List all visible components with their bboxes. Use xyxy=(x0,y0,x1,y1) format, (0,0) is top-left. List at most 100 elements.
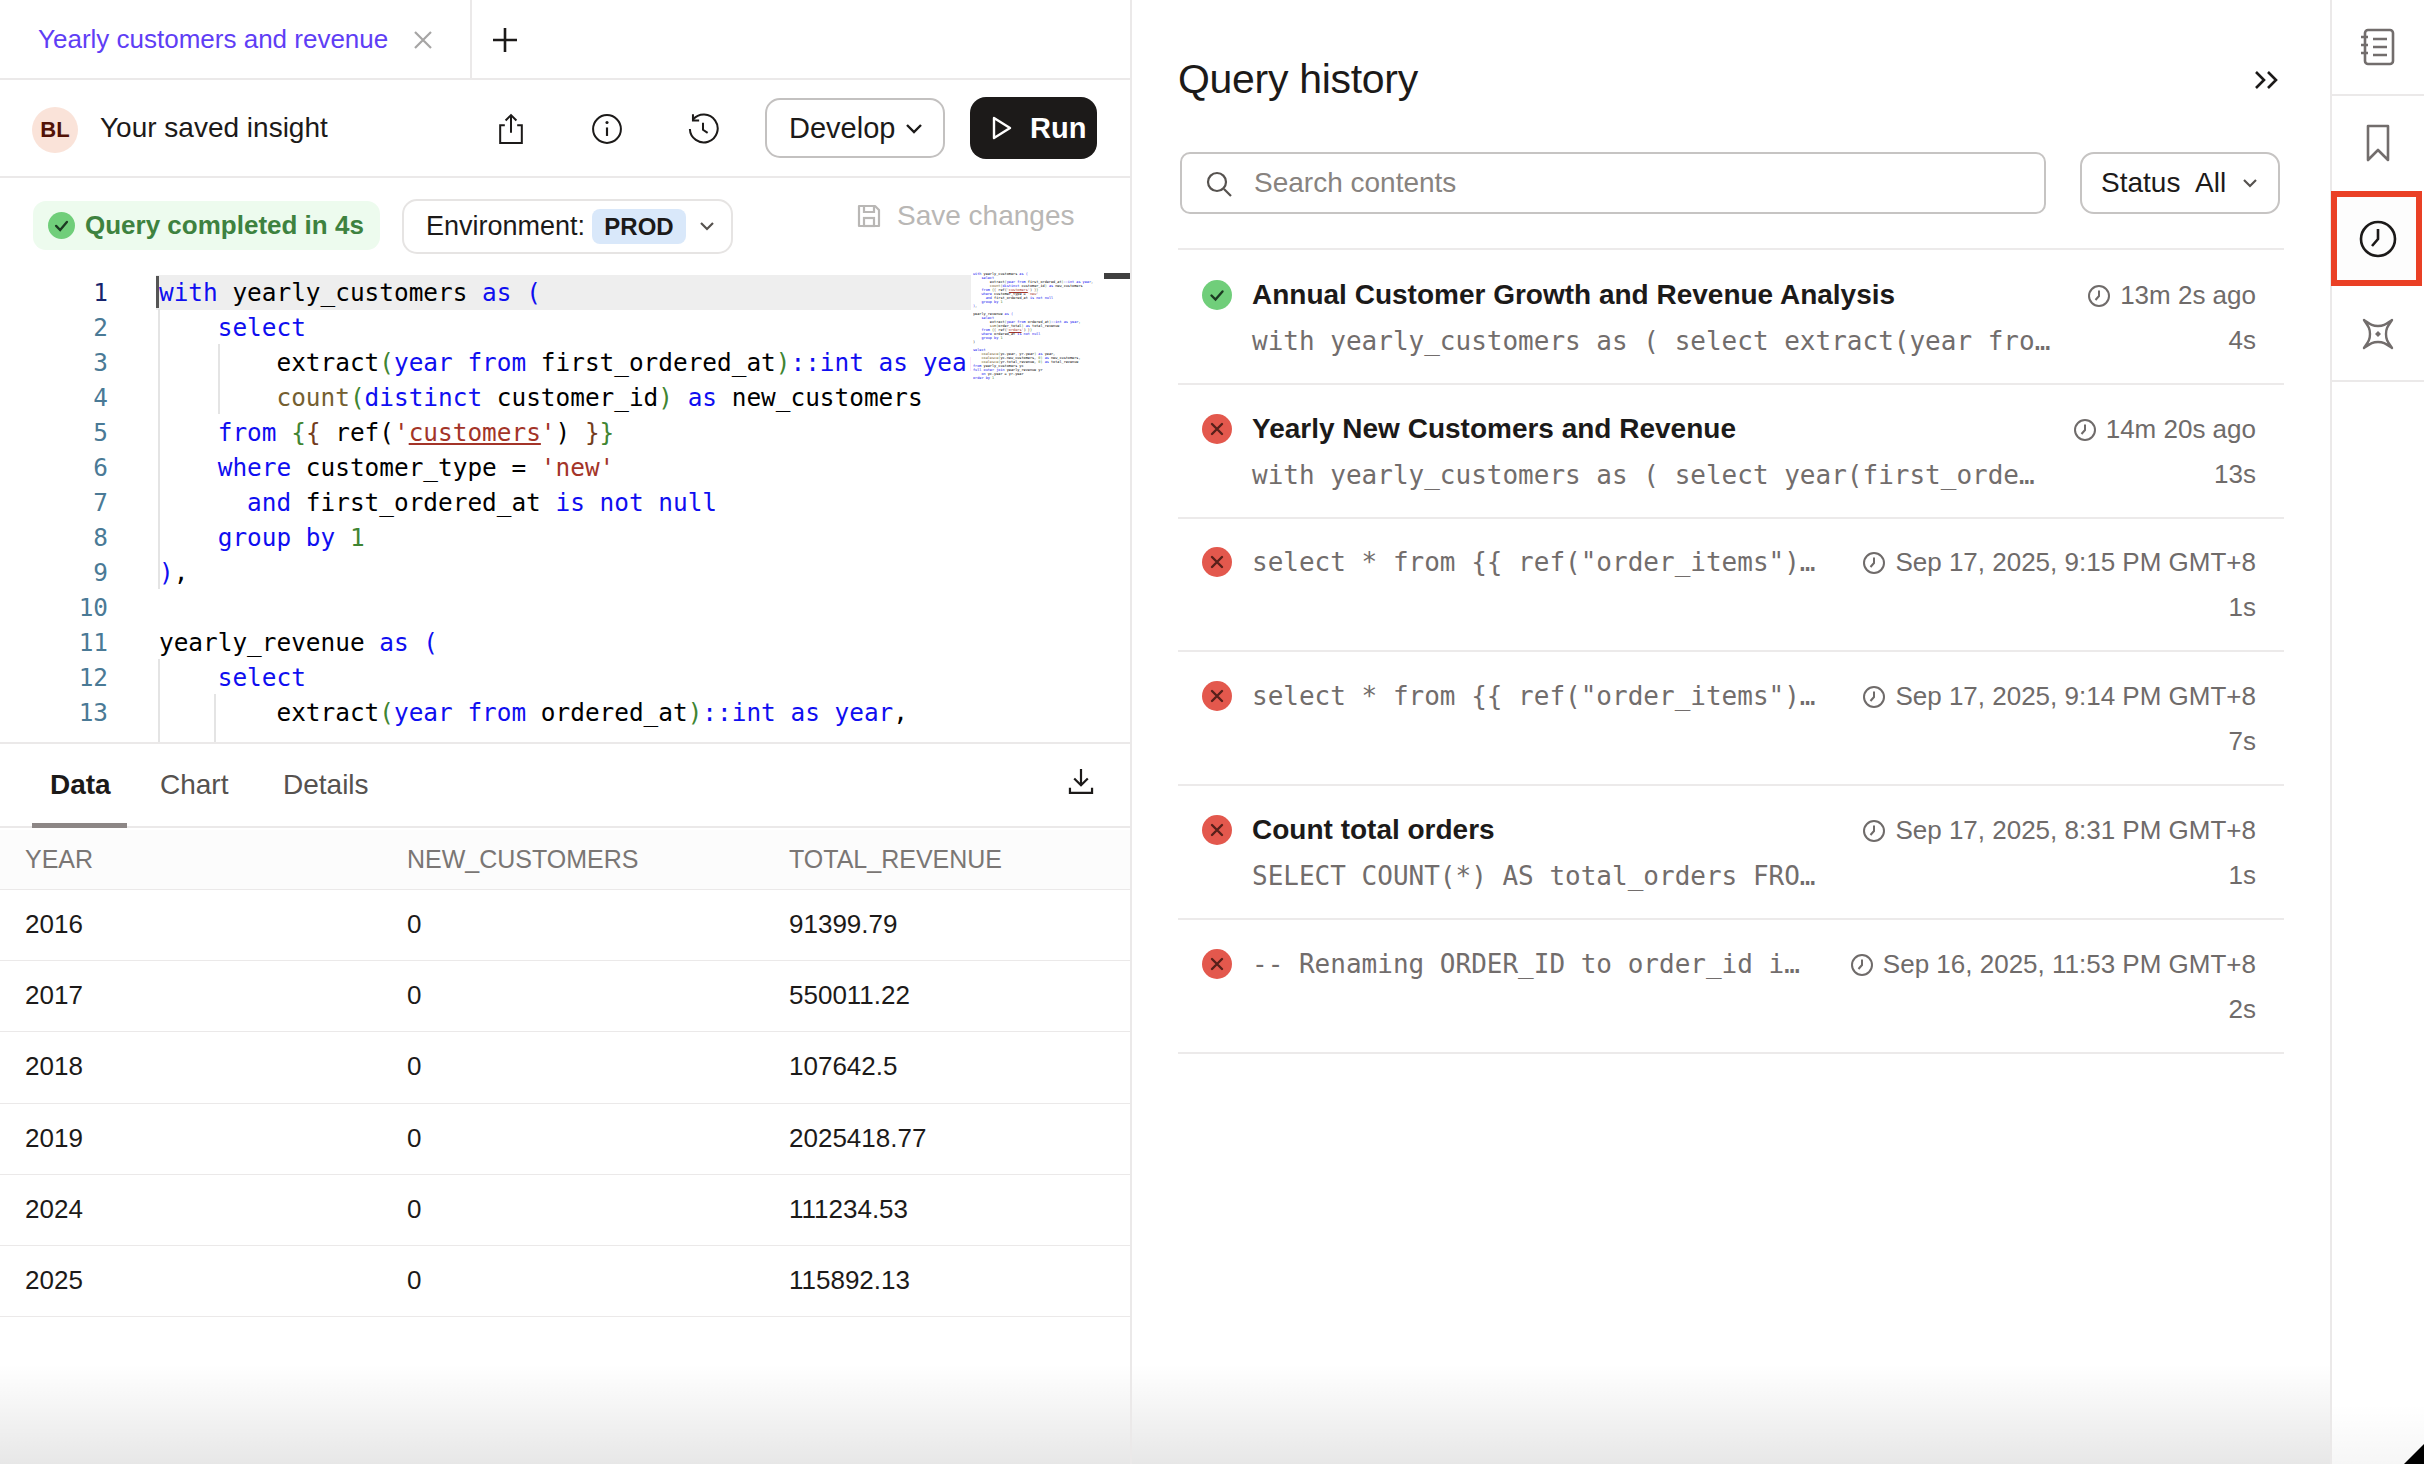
status-icon xyxy=(1202,280,1232,310)
success-icon xyxy=(1208,286,1226,304)
status-icon xyxy=(1202,681,1232,711)
play-icon xyxy=(990,115,1014,141)
history-item[interactable]: Count total ordersSep 17, 2025, 8:31 PM … xyxy=(1132,785,2330,920)
query-history-panel: Query history Search contents Status All… xyxy=(1132,0,2330,1464)
line-number: 7 xyxy=(0,485,108,520)
table-row[interactable]: 20180107642.5 xyxy=(0,1032,1130,1103)
collapse-panel-icon[interactable] xyxy=(2250,62,2286,98)
code-line: yearly_revenue as ( xyxy=(159,625,971,660)
line-number: 1 xyxy=(0,275,108,310)
info-icon[interactable] xyxy=(590,112,624,146)
table-cell: 91399.79 xyxy=(764,890,1130,960)
query-history-title: Query history xyxy=(1178,56,1418,103)
clock-icon xyxy=(1862,819,1886,843)
bookmark-icon[interactable] xyxy=(2356,121,2400,165)
avatar[interactable]: BL xyxy=(32,107,78,153)
table-cell: 2017 xyxy=(0,961,382,1031)
table-cell: 115892.13 xyxy=(764,1246,1130,1316)
table-cell: 111234.53 xyxy=(764,1175,1130,1245)
table-row[interactable]: 20170550011.22 xyxy=(0,961,1130,1032)
table-cell: 0 xyxy=(382,1246,764,1316)
saved-insight-label: Your saved insight xyxy=(100,80,328,176)
history-item[interactable]: Yearly New Customers and Revenue14m 20s … xyxy=(1132,384,2330,519)
share-icon[interactable] xyxy=(494,112,528,146)
sql-editor[interactable]: 12345678910111213 with yearly_customers … xyxy=(0,254,1130,742)
column-header[interactable]: YEAR xyxy=(0,830,382,889)
minimap-thumb[interactable] xyxy=(1104,273,1130,279)
table-row[interactable]: 20240111234.53 xyxy=(0,1175,1130,1246)
status-icon xyxy=(1202,414,1232,444)
save-icon xyxy=(855,202,883,230)
history-item[interactable]: Annual Customer Growth and Revenue Analy… xyxy=(1132,250,2330,385)
status-icon xyxy=(1202,949,1232,979)
history-item-preview: SELECT COUNT(*) AS total_orders FRO… xyxy=(1252,861,1816,891)
table-body: 2016091399.7920170550011.2220180107642.5… xyxy=(0,890,1130,1317)
run-label: Run xyxy=(1030,97,1086,159)
tab-chart[interactable]: Chart xyxy=(160,744,228,826)
table-cell: 2016 xyxy=(0,890,382,960)
chevron-down-icon xyxy=(2240,173,2260,193)
results-tab-bar: Data Chart Details xyxy=(0,744,1130,828)
develop-button[interactable]: Develop xyxy=(765,98,945,158)
line-number: 13 xyxy=(0,695,108,730)
dbt-icon[interactable] xyxy=(2356,312,2400,356)
download-icon[interactable] xyxy=(1064,764,1098,798)
table-row[interactable]: 2016091399.79 xyxy=(0,890,1130,961)
environment-select[interactable]: Environment: PROD xyxy=(402,199,733,254)
history-item-time: Sep 16, 2025, 11:53 PM GMT+8 xyxy=(1850,949,2256,980)
code-line: ), xyxy=(159,555,971,590)
line-number: 5 xyxy=(0,415,108,450)
query-history-icon[interactable] xyxy=(2356,217,2400,261)
clock-icon xyxy=(1862,685,1886,709)
notebook-icon[interactable] xyxy=(2356,25,2400,69)
tab-close-icon[interactable] xyxy=(410,27,436,53)
code-line: extract(year from first_ordered_at)::int… xyxy=(159,345,971,380)
code-line: with yearly_customers as ( xyxy=(159,275,971,310)
history-item-time: Sep 17, 2025, 8:31 PM GMT+8 xyxy=(1862,815,2256,846)
line-number: 3 xyxy=(0,345,108,380)
code-line xyxy=(159,590,971,625)
editor-code[interactable]: with yearly_customers as ( select extrac… xyxy=(159,275,971,730)
table-cell: 0 xyxy=(382,1104,764,1174)
history-item-duration: 4s xyxy=(2229,325,2256,356)
item-divider xyxy=(1178,1052,2284,1054)
tab-title[interactable]: Yearly customers and revenue xyxy=(38,0,388,78)
table-cell: 2018 xyxy=(0,1032,382,1102)
line-number: 12 xyxy=(0,660,108,695)
search-input[interactable]: Search contents xyxy=(1180,152,2046,214)
save-changes-label: Save changes xyxy=(897,178,1074,254)
tab-data[interactable]: Data xyxy=(50,744,111,826)
history-item[interactable]: select * from {{ ref("order_items")…Sep … xyxy=(1132,517,2330,652)
tab-details[interactable]: Details xyxy=(283,744,369,826)
search-icon xyxy=(1204,169,1234,199)
toolbar-separator xyxy=(2332,94,2424,96)
table-cell: 0 xyxy=(382,1032,764,1102)
status-row: Query completed in 4s Environment: PROD … xyxy=(0,178,1130,254)
error-icon xyxy=(1208,821,1226,839)
version-history-icon[interactable] xyxy=(686,112,720,146)
status-filter-button[interactable]: Status All xyxy=(2080,152,2280,214)
history-item-duration: 2s xyxy=(2229,994,2256,1025)
editor-minimap[interactable]: with yearly_customers as ( select extrac… xyxy=(973,272,1101,380)
table-cell: 2019 xyxy=(0,1104,382,1174)
column-header[interactable]: NEW_CUSTOMERS xyxy=(382,830,764,889)
history-item[interactable]: select * from {{ ref("order_items")…Sep … xyxy=(1132,651,2330,786)
chevron-down-icon xyxy=(903,117,925,139)
status-filter-value: All xyxy=(2195,154,2226,212)
results-section: Data Chart Details YEARNEW_CUSTOMERSTOTA… xyxy=(0,742,1130,1464)
new-tab-button[interactable] xyxy=(490,25,520,55)
table-header: YEARNEW_CUSTOMERSTOTAL_REVENUE xyxy=(0,830,1130,890)
table-row[interactable]: 20250115892.13 xyxy=(0,1246,1130,1317)
table-cell: 2024 xyxy=(0,1175,382,1245)
history-item[interactable]: -- Renaming ORDER_ID to order_id i…Sep 1… xyxy=(1132,919,2330,1054)
table-row[interactable]: 201902025418.77 xyxy=(0,1104,1130,1175)
code-line: where customer_type = 'new' xyxy=(159,450,971,485)
line-number: 9 xyxy=(0,555,108,590)
environment-value-chip: PROD xyxy=(592,209,686,244)
table-cell: 2025 xyxy=(0,1246,382,1316)
table-cell: 107642.5 xyxy=(764,1032,1130,1102)
error-icon xyxy=(1208,955,1226,973)
clock-icon xyxy=(1862,551,1886,575)
run-button[interactable]: Run xyxy=(970,97,1097,159)
column-header[interactable]: TOTAL_REVENUE xyxy=(764,830,1130,889)
